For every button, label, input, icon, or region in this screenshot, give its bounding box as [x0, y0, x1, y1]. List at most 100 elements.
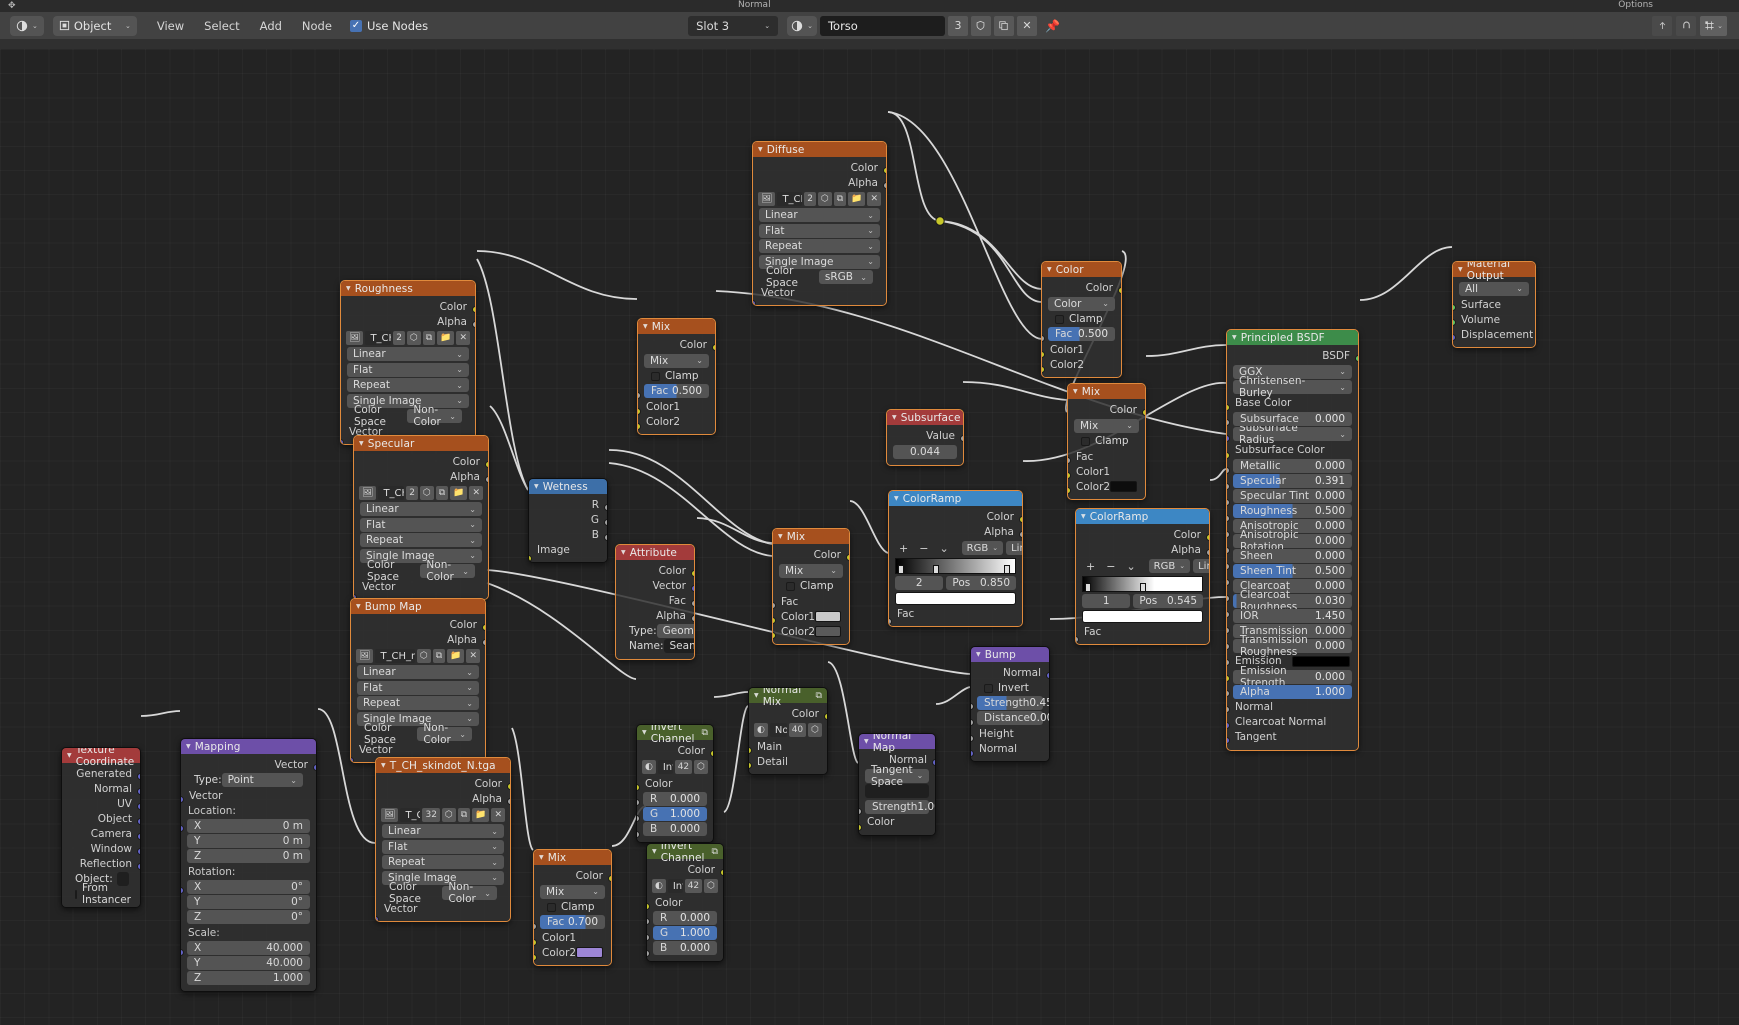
color-swatch-color2[interactable] — [576, 947, 603, 958]
colorspace-row[interactable]: Color Space Non-Color — [360, 559, 482, 583]
colorspace-dropdown[interactable]: Non-Color — [420, 559, 475, 583]
group-datablock-row[interactable]: ◐Inve...42⬡ — [642, 760, 708, 774]
collapse-triangle-icon[interactable]: ▼ — [534, 483, 539, 490]
material-slot-dropdown[interactable]: Slot 3 ⌄ — [688, 15, 779, 36]
colorspace-dropdown[interactable]: Non-Color — [442, 881, 497, 905]
collapse-triangle-icon[interactable]: ▼ — [1232, 334, 1237, 341]
image-dropdown-2[interactable]: Repeat — [759, 239, 880, 253]
bsdf-subsurface-slider[interactable]: Subsurface 0.000 — [1233, 411, 1352, 426]
channel-g-slider[interactable]: G 1.000 — [653, 926, 717, 940]
fake-user-shield-icon[interactable]: ⬡ — [416, 649, 431, 663]
node-header[interactable]: ▼ Subsurface — [887, 410, 963, 425]
collapse-triangle-icon[interactable]: ▼ — [894, 495, 899, 502]
pin-icon[interactable]: 📌 — [1045, 19, 1060, 33]
vector-rotation-y[interactable]: Y 0° — [187, 895, 310, 909]
material-name-field[interactable]: Torso — [819, 15, 945, 36]
colorramp-index[interactable]: 2 — [895, 576, 944, 590]
checkbox-icon[interactable] — [1055, 314, 1064, 324]
checkbox-icon[interactable] — [651, 371, 660, 381]
node-header[interactable]: ▼ Wetness — [529, 479, 607, 494]
image-dropdown-0[interactable]: Linear — [382, 824, 504, 838]
vector-rotation-z[interactable]: Z 0° — [187, 910, 310, 924]
collapse-triangle-icon[interactable]: ▼ — [1458, 266, 1463, 273]
open-folder-icon[interactable]: 📁 — [450, 486, 468, 500]
node-mapping[interactable]: ▼Mapping Vector Type:Point Vector Location: X… — [180, 738, 317, 992]
open-folder-icon[interactable]: 📁 — [472, 808, 490, 822]
add-stop-icon[interactable]: + — [895, 542, 912, 555]
image-browse-icon[interactable]: 🖼 — [346, 331, 364, 345]
node-header[interactable]: ▼ Invert Channel ⧉ — [637, 725, 713, 745]
node-normalmap[interactable]: ▼Normal MapNormalTangent Space Strength1.… — [858, 733, 936, 836]
node-invert1[interactable]: ▼Invert Channel ⧉ Color ◐Inve...42⬡ Color R 0.… — [636, 724, 714, 843]
group-browse-icon[interactable]: ◐ — [642, 760, 656, 774]
checkbox-icon[interactable] — [1081, 436, 1090, 446]
colorramp-menu-icon[interactable]: ⌄ — [935, 542, 952, 555]
node-colorramp2[interactable]: ▼ColorRampColorAlpha+−⌄RGB⌄Linear⌄1Pos0.… — [1075, 508, 1210, 645]
collapse-triangle-icon[interactable]: ▼ — [642, 729, 647, 736]
colorspace-row[interactable]: Color Space Non-Color — [347, 404, 469, 428]
material-browse-button[interactable]: ⌄ — [787, 15, 817, 36]
bump-distance-slider[interactable]: Distance0.000 — [977, 711, 1049, 725]
image-dropdown-1[interactable]: Flat — [357, 680, 479, 695]
colorramp-menu-icon[interactable]: ⌄ — [1122, 560, 1139, 573]
image-dropdown-2[interactable]: Repeat — [357, 696, 479, 710]
editor-type-button[interactable]: ⌄ — [10, 15, 44, 36]
collapse-triangle-icon[interactable]: ▼ — [892, 414, 897, 421]
node-subsurface[interactable]: ▼ Subsurface Value 0.044 — [886, 409, 964, 466]
node-mix_right[interactable]: ▼MixColorMixClampFacColor1Color2 — [1067, 383, 1146, 500]
bump-strength-slider[interactable]: Strength0.450 — [977, 696, 1049, 710]
new-image-copy-icon[interactable]: ⧉ — [435, 486, 449, 500]
channel-r-slider[interactable]: R 0.000 — [653, 911, 717, 925]
shader-type-dropdown[interactable]: Object ⌄ — [52, 15, 137, 36]
collapse-triangle-icon[interactable]: ▼ — [976, 651, 981, 658]
group-name-field[interactable]: Inve... — [667, 879, 683, 893]
node-colorramp1[interactable]: ▼ColorRampColorAlpha+−⌄RGB⌄Linear⌄2Pos0.… — [888, 490, 1023, 627]
collapse-triangle-icon[interactable]: ▼ — [864, 738, 869, 745]
clamp-row[interactable]: Clamp — [1048, 312, 1115, 326]
collapse-triangle-icon[interactable]: ▼ — [381, 762, 386, 769]
node-principled[interactable]: ▼Principled BSDFBSDFGGXChristensen-Burle… — [1226, 329, 1359, 751]
image-name-field[interactable]: T_CH_male_b... — [365, 331, 392, 345]
image-dropdown-1[interactable]: Flat — [759, 223, 880, 238]
colorspace-dropdown[interactable]: Non-Color — [417, 722, 472, 746]
node-header[interactable]: ▼ Principled BSDF — [1227, 330, 1358, 345]
open-folder-icon[interactable]: 📁 — [437, 331, 455, 345]
group-users-count[interactable]: 40 — [788, 723, 807, 737]
attribute-type-row[interactable]: Type:Geometry — [622, 624, 694, 638]
collapse-triangle-icon[interactable]: ▼ — [754, 692, 759, 699]
unlink-x-icon[interactable]: ✕ — [456, 331, 470, 345]
node-header[interactable]: ▼ Roughness — [341, 281, 475, 296]
menu-select[interactable]: Select — [194, 19, 249, 33]
material-users-count[interactable]: 3 — [947, 15, 968, 36]
node-header[interactable]: ▼ Diffuse — [753, 142, 886, 157]
colorramp-pos[interactable]: Pos 0.545 — [1133, 594, 1203, 608]
colorramp-stop-2[interactable] — [1004, 565, 1011, 574]
checkbox-icon[interactable] — [984, 683, 993, 693]
blend-mode-dropdown[interactable]: Mix — [779, 563, 843, 578]
node-bumpmap[interactable]: ▼Bump Map Color Alpha 🖼T_CH_male_body_...⬡⧉… — [350, 598, 486, 763]
bsdf-sheen-tint-slider[interactable]: Sheen Tint 0.500 — [1233, 563, 1352, 578]
colorramp-index-pos-row[interactable]: 2 Pos 0.850 — [895, 576, 1016, 590]
channel-b-slider[interactable]: B 0.000 — [653, 941, 717, 955]
node-header[interactable]: ▼ Mix — [1068, 384, 1145, 399]
blend-mode-dropdown[interactable]: Mix — [644, 353, 709, 368]
unlink-x-icon[interactable]: ✕ — [491, 808, 505, 822]
node-header[interactable]: ▼ ColorRamp — [1076, 509, 1209, 524]
group-datablock-row[interactable]: ◐Nor...40⬡ — [754, 723, 822, 737]
node-header[interactable]: ▼ Mix — [534, 850, 611, 865]
unlink-x-icon[interactable]: ✕ — [1016, 15, 1037, 36]
colorramp-color-swatch[interactable] — [1082, 610, 1203, 623]
vector-location-x[interactable]: X 0 m — [187, 819, 310, 833]
attribute-name-row[interactable]: Name:Seamsdick — [622, 639, 694, 653]
image-users-count[interactable]: 2 — [393, 331, 405, 345]
fake-user-shield-icon[interactable]: ⬡ — [808, 723, 822, 737]
collapse-triangle-icon[interactable]: ▼ — [359, 440, 364, 447]
fake-user-shield-icon[interactable]: ⬡ — [704, 879, 718, 893]
unlink-x-icon[interactable]: ✕ — [469, 486, 483, 500]
bsdf-subsurface-method-dropdown[interactable]: Christensen-Burley — [1233, 375, 1352, 399]
from-instancer-row[interactable]: From Instancer — [68, 882, 134, 906]
node-mix_bottom[interactable]: ▼MixColorMixClampFac0.700Color1Color2 — [533, 849, 612, 966]
image-browse-icon[interactable]: 🖼 — [381, 808, 399, 822]
image-name-field[interactable]: T_CH_male_b... — [378, 486, 405, 500]
colorramp-index[interactable]: 1 — [1082, 594, 1131, 608]
